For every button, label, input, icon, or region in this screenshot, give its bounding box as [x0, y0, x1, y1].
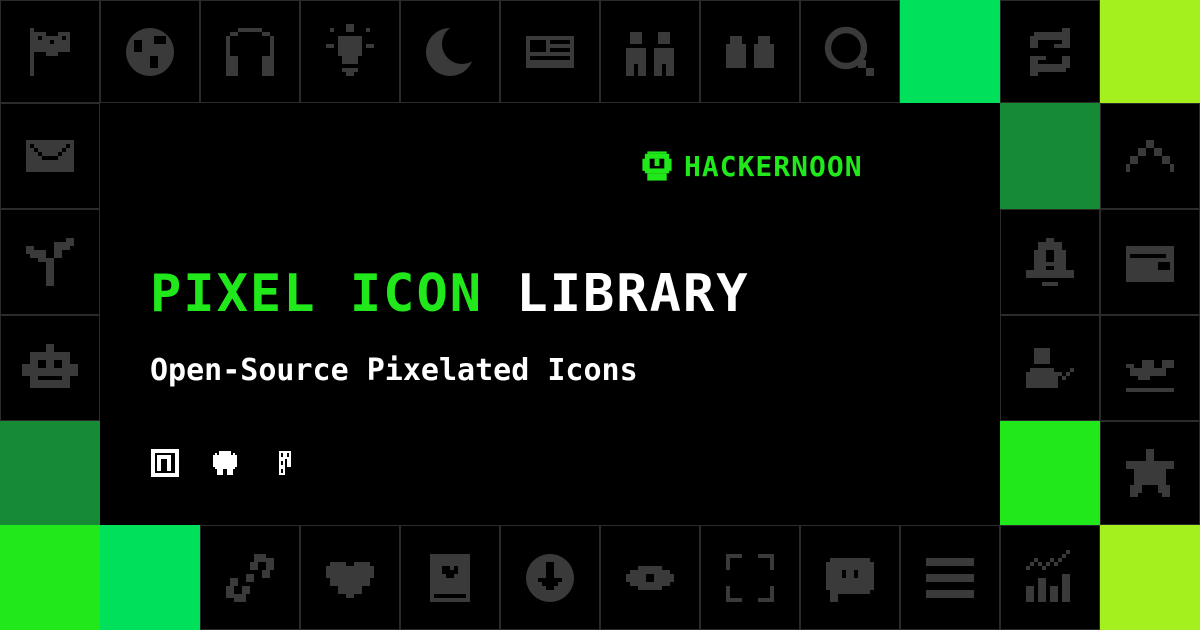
moon-icon	[426, 23, 478, 76]
lime-tile	[1100, 525, 1200, 630]
robot-icon	[22, 344, 78, 388]
eye-icon	[626, 565, 674, 590]
grid-cell-globe	[100, 0, 200, 103]
search-icon	[824, 26, 874, 76]
grid-cell-newspaper	[500, 0, 600, 103]
mail-icon	[26, 140, 74, 172]
star-icon	[1126, 449, 1174, 497]
figma-icon	[279, 451, 291, 475]
dark-green-tile	[1000, 103, 1100, 209]
grid-cell-mail	[0, 103, 100, 209]
grid-cell-user-check	[1000, 315, 1100, 421]
flag-icon	[30, 27, 70, 76]
title-highlight: PIXEL ICON	[150, 264, 484, 324]
heart-icon	[326, 561, 374, 598]
grid-cell-star	[1100, 421, 1200, 525]
lightbulb-icon	[326, 23, 374, 76]
grid-cell-heart	[300, 525, 400, 630]
link-icon	[226, 553, 274, 602]
grid-cell-book	[400, 525, 500, 630]
book-heart-icon	[430, 553, 470, 602]
users-icon	[626, 31, 674, 76]
wallet-icon	[1126, 246, 1174, 282]
grid-cell-wallet	[1100, 209, 1200, 315]
figma-link[interactable]	[270, 448, 300, 478]
grid-cell-scan	[700, 525, 800, 630]
brand-name: HACKERNOON	[684, 149, 863, 183]
grid-cell-users	[600, 0, 700, 103]
grid-cell-bell	[1000, 209, 1100, 315]
green-tile	[900, 0, 1000, 103]
grid-cell-plane	[1100, 315, 1200, 421]
brand-logo[interactable]: HACKERNOON	[640, 149, 863, 183]
grid-cell-chevron-up	[1100, 103, 1200, 209]
quote-icon	[726, 35, 774, 68]
grid-cell-sprout	[0, 209, 100, 315]
grid-cell-refresh	[1000, 0, 1100, 103]
globe-icon	[126, 27, 174, 76]
analytics-icon	[1026, 549, 1070, 602]
npm-link[interactable]	[150, 448, 180, 478]
chat-quote-icon	[826, 557, 874, 602]
grid-cell-moon	[400, 0, 500, 103]
github-link[interactable]	[210, 448, 240, 478]
hackernoon-helmet-icon	[642, 151, 672, 181]
dark-green-tile	[0, 421, 100, 525]
github-icon	[213, 451, 237, 475]
sprout-icon	[26, 238, 74, 286]
chevron-up-icon	[1126, 140, 1174, 172]
lime-tile	[1100, 0, 1200, 103]
headphones-icon	[226, 27, 274, 76]
grid-cell-robot	[0, 315, 100, 421]
resource-links	[150, 448, 300, 478]
menu-icon	[926, 557, 974, 598]
page-title: PIXEL ICON LIBRARY	[150, 268, 750, 320]
bright-green-tile	[0, 525, 100, 630]
page-subtitle: Open-Source Pixelated Icons	[150, 353, 638, 388]
grid-cell-chat-quote	[800, 525, 900, 630]
grid-cell-lightbulb	[300, 0, 400, 103]
grid-cell-flag	[0, 0, 100, 103]
scan-icon	[726, 553, 774, 602]
grid-cell-search	[800, 0, 900, 103]
grid-cell-link	[200, 525, 300, 630]
bright-green-tile	[1000, 421, 1100, 525]
newspaper-icon	[526, 35, 574, 68]
grid-cell-download	[500, 525, 600, 630]
hero-panel: HACKERNOON PIXEL ICON LIBRARY Open-Sourc…	[100, 103, 1000, 523]
user-check-icon	[1026, 348, 1074, 388]
green-tile	[100, 525, 200, 630]
bell-alert-icon	[1026, 238, 1074, 286]
grid-cell-menu	[900, 525, 1000, 630]
grid-cell-headphones	[200, 0, 300, 103]
npm-icon	[151, 449, 179, 477]
download-icon	[526, 553, 574, 602]
title-rest: LIBRARY	[516, 264, 750, 324]
refresh-icon	[1030, 27, 1070, 76]
grid-cell-analytics	[1000, 525, 1100, 630]
plane-departure-icon	[1126, 360, 1174, 392]
grid-cell-eye	[600, 525, 700, 630]
grid-cell-quote	[700, 0, 800, 103]
